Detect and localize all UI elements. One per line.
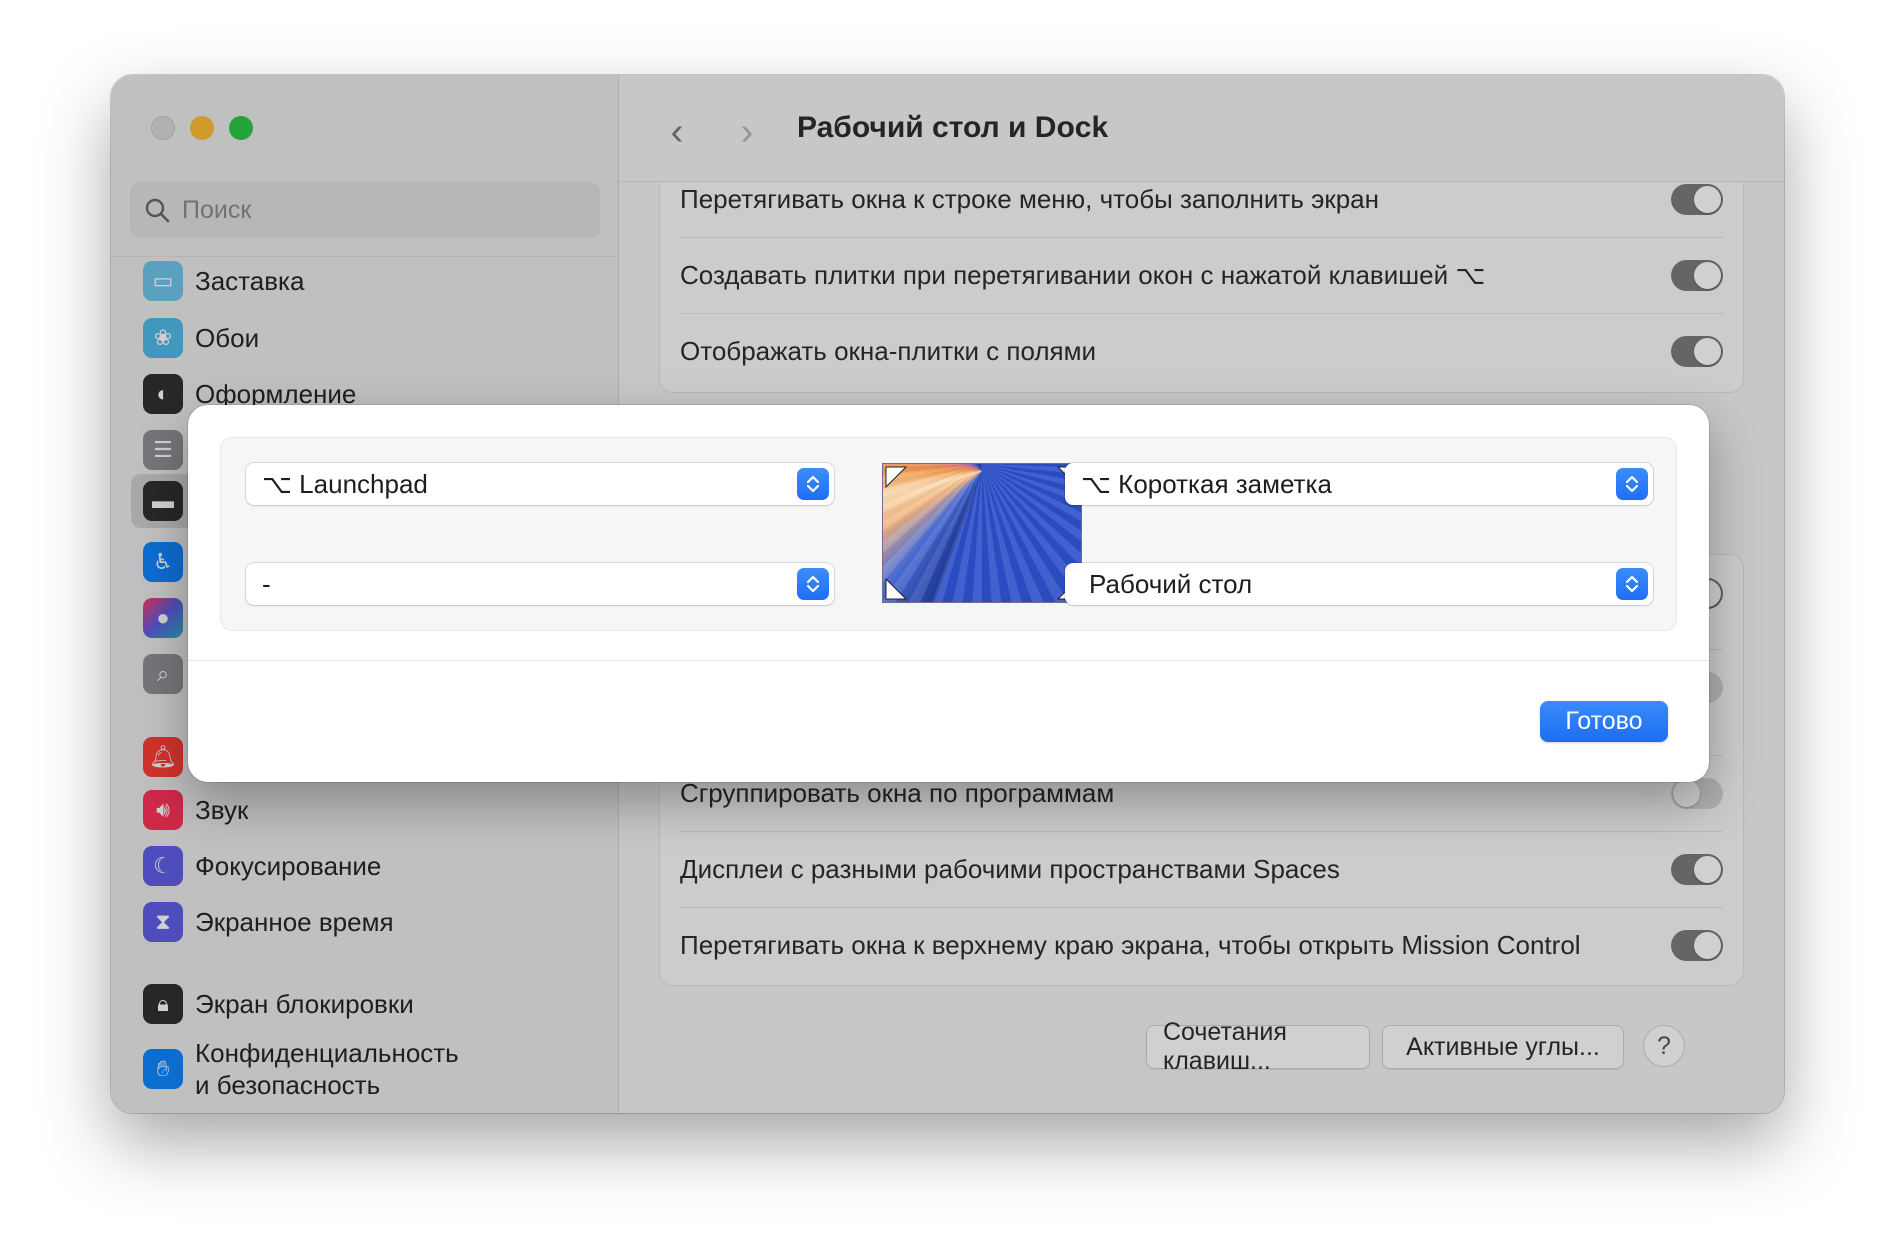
desktop-preview-image: [882, 463, 1082, 603]
updown-stepper-icon: [1616, 568, 1648, 600]
hot-corners-panel: ⌥ Launchpad - ⌥ Короткая заметка Рабочий…: [220, 437, 1677, 631]
sheet-divider: [188, 660, 1709, 661]
select-value: Рабочий стол: [1089, 568, 1253, 599]
updown-stepper-icon: [1616, 468, 1648, 500]
bottom-right-corner-select[interactable]: Рабочий стол: [1065, 563, 1653, 605]
hot-corners-sheet: ⌥ Launchpad - ⌥ Короткая заметка Рабочий…: [188, 405, 1709, 782]
wallpaper-rays: [883, 464, 1081, 602]
select-value: -: [262, 568, 271, 599]
top-right-corner-select[interactable]: ⌥ Короткая заметка: [1065, 463, 1653, 505]
bottom-left-corner-select[interactable]: -: [246, 563, 834, 605]
top-left-corner-select[interactable]: ⌥ Launchpad: [246, 463, 834, 505]
select-value: ⌥ Короткая заметка: [1081, 468, 1332, 499]
updown-stepper-icon: [797, 568, 829, 600]
select-value: ⌥ Launchpad: [262, 468, 428, 499]
done-button[interactable]: Готово: [1540, 701, 1668, 742]
corner-bottom-left-icon: [885, 577, 908, 600]
updown-stepper-icon: [797, 468, 829, 500]
corner-top-left-icon: [885, 466, 908, 489]
